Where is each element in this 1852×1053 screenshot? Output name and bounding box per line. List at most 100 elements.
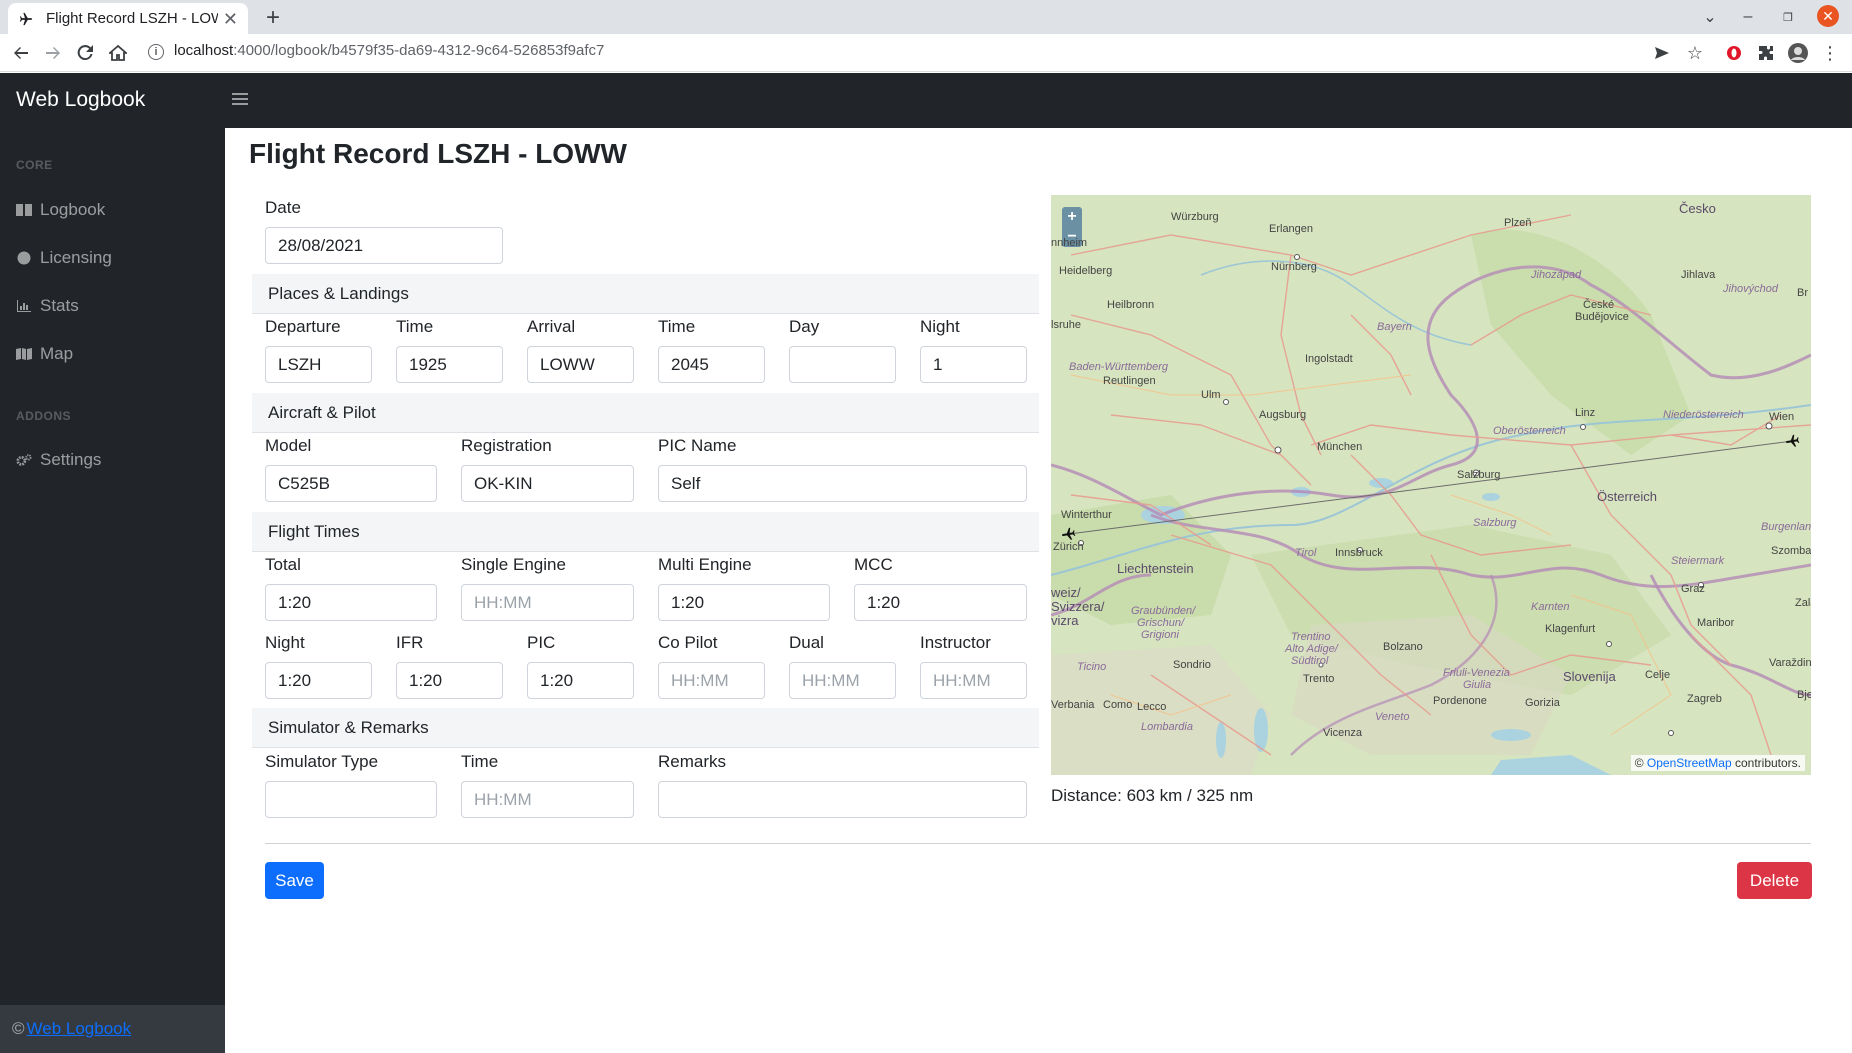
- tab-title: Flight Record LSZH - LOWW: [46, 10, 218, 27]
- remarks-field[interactable]: [658, 781, 1027, 818]
- reload-icon[interactable]: [73, 41, 97, 65]
- arrival-time-field[interactable]: 2045: [658, 346, 765, 383]
- map-label: nnheim: [1051, 237, 1088, 249]
- browser-toolbar: i localhost:4000/logbook/b4579f35-da69-4…: [0, 34, 1852, 72]
- map-label: Graz: [1681, 583, 1705, 595]
- home-icon[interactable]: [106, 41, 130, 65]
- site-info-icon[interactable]: i: [148, 44, 164, 60]
- map-label: Veneto: [1375, 711, 1410, 723]
- bookmark-star-icon[interactable]: ☆: [1683, 41, 1707, 65]
- simulator-type-field[interactable]: [265, 781, 437, 818]
- map-label: Baden-Württemberg: [1069, 361, 1169, 373]
- openstreetmap-link[interactable]: OpenStreetMap: [1647, 756, 1732, 770]
- map-label: Heidelberg: [1059, 265, 1113, 277]
- delete-button[interactable]: Delete: [1737, 862, 1812, 899]
- copyright-symbol: ©: [12, 1019, 25, 1038]
- day-landings-field[interactable]: [789, 346, 896, 383]
- zoom-in-button[interactable]: +: [1062, 207, 1082, 227]
- browser-tab[interactable]: Flight Record LSZH - LOWW ✕: [8, 3, 248, 34]
- map-label: Lecco: [1137, 701, 1167, 713]
- app-brand[interactable]: Web Logbook: [16, 88, 145, 112]
- night-time-field[interactable]: 1:20: [265, 662, 372, 699]
- copilot-field[interactable]: HH:MM: [658, 662, 765, 699]
- ifr-label: IFR: [396, 633, 424, 652]
- minimize-icon[interactable]: –: [1736, 5, 1760, 29]
- sidebar-item-settings[interactable]: Settings: [16, 450, 101, 470]
- close-tab-icon[interactable]: ✕: [223, 10, 238, 28]
- map-label: Lombardia: [1141, 721, 1193, 733]
- copilot-label: Co Pilot: [658, 633, 718, 652]
- map-label: Linz: [1575, 407, 1596, 419]
- night-landings-field[interactable]: 1: [920, 346, 1027, 383]
- restore-icon[interactable]: ❐: [1776, 5, 1800, 29]
- profile-avatar[interactable]: [1786, 41, 1810, 65]
- close-window-icon[interactable]: ✕: [1817, 5, 1839, 27]
- pic-name-field[interactable]: Self: [658, 465, 1027, 502]
- map-label: Bje: [1797, 689, 1811, 701]
- map-attribution: © OpenStreetMap contributors.: [1630, 755, 1805, 771]
- dual-label: Dual: [789, 633, 824, 652]
- map-label: Heilbronn: [1107, 299, 1155, 311]
- departure-field[interactable]: LSZH: [265, 346, 372, 383]
- address-bar[interactable]: localhost:4000/logbook/b4579f35-da69-431…: [174, 42, 604, 59]
- map-label: Innsbruck: [1335, 547, 1383, 559]
- footer-link[interactable]: Web Logbook: [27, 1019, 132, 1039]
- forward-icon[interactable]: [41, 41, 65, 65]
- instructor-field[interactable]: HH:MM: [920, 662, 1027, 699]
- total-time-field[interactable]: 1:20: [265, 584, 437, 621]
- registration-field[interactable]: OK-KIN: [461, 465, 634, 502]
- single-engine-field[interactable]: HH:MM: [461, 584, 634, 621]
- arrival-field[interactable]: LOWW: [527, 346, 634, 383]
- map-label: Ulm: [1201, 389, 1221, 401]
- pic-field[interactable]: 1:20: [527, 662, 634, 699]
- sidebar-item-logbook[interactable]: Logbook: [16, 200, 105, 220]
- date-field[interactable]: 28/08/2021: [265, 227, 503, 264]
- ifr-field[interactable]: 1:20: [396, 662, 503, 699]
- map-label: Niederösterreich: [1663, 409, 1744, 421]
- mcc-field[interactable]: 1:20: [854, 584, 1027, 621]
- send-icon[interactable]: [1650, 41, 1674, 65]
- model-field[interactable]: C525B: [265, 465, 437, 502]
- multi-engine-field[interactable]: 1:20: [658, 584, 830, 621]
- sidebar-item-stats[interactable]: Stats: [16, 296, 79, 316]
- sidebar-toggle-icon[interactable]: [232, 91, 248, 107]
- section-aircraft-pilot: Aircraft & Pilot: [252, 393, 1039, 433]
- map-label: Pordenone: [1433, 695, 1487, 707]
- map-label: Slovenija: [1563, 669, 1616, 684]
- extensions-icon[interactable]: [1754, 41, 1778, 65]
- simulator-type-label: Simulator Type: [265, 752, 379, 771]
- map-label: Friuli-Venezia: [1443, 667, 1510, 679]
- map-label: Ingolstadt: [1305, 353, 1353, 365]
- map-label: Augsburg: [1259, 409, 1307, 421]
- save-button[interactable]: Save: [265, 862, 324, 899]
- day-landings-label: Day: [789, 317, 820, 336]
- sidebar-item-licensing[interactable]: Licensing: [16, 248, 112, 268]
- map-label: Südtirol: [1291, 655, 1329, 667]
- dual-field[interactable]: HH:MM: [789, 662, 896, 699]
- map-label: Jihlava: [1681, 269, 1716, 281]
- route-map[interactable]: + − Česko Würzburg nnheim Erlangen Plzeň…: [1051, 195, 1811, 775]
- new-tab-icon[interactable]: +: [260, 4, 286, 31]
- tab-search-icon[interactable]: ⌄: [1698, 5, 1722, 29]
- browser-menu-icon[interactable]: ⋮: [1818, 41, 1842, 65]
- sidebar-item-map[interactable]: Map: [16, 344, 73, 364]
- book-icon: [16, 202, 32, 218]
- map-label: Klagenfurt: [1545, 623, 1596, 635]
- sidebar-item-label: Stats: [40, 296, 79, 315]
- map-label: Zürich: [1053, 541, 1084, 553]
- section-flight-times: Flight Times: [252, 512, 1039, 552]
- map-label: Karnten: [1531, 601, 1570, 613]
- map-label: weiz/: [1051, 585, 1081, 600]
- simulator-time-label: Time: [461, 752, 499, 771]
- map-label: Trento: [1303, 673, 1335, 685]
- simulator-time-field[interactable]: HH:MM: [461, 781, 634, 818]
- map-label: Nürnberg: [1271, 261, 1317, 273]
- pic-label: PIC: [527, 633, 556, 652]
- url-path: :4000/logbook/b4579f35-da69-4312-9c64-52…: [233, 42, 605, 59]
- back-icon[interactable]: [9, 41, 33, 65]
- opera-icon[interactable]: [1722, 41, 1746, 65]
- map-label: Zagreb: [1687, 693, 1722, 705]
- map-label: vizra: [1051, 613, 1079, 628]
- sidebar-item-label: Map: [40, 344, 74, 363]
- departure-time-field[interactable]: 1925: [396, 346, 503, 383]
